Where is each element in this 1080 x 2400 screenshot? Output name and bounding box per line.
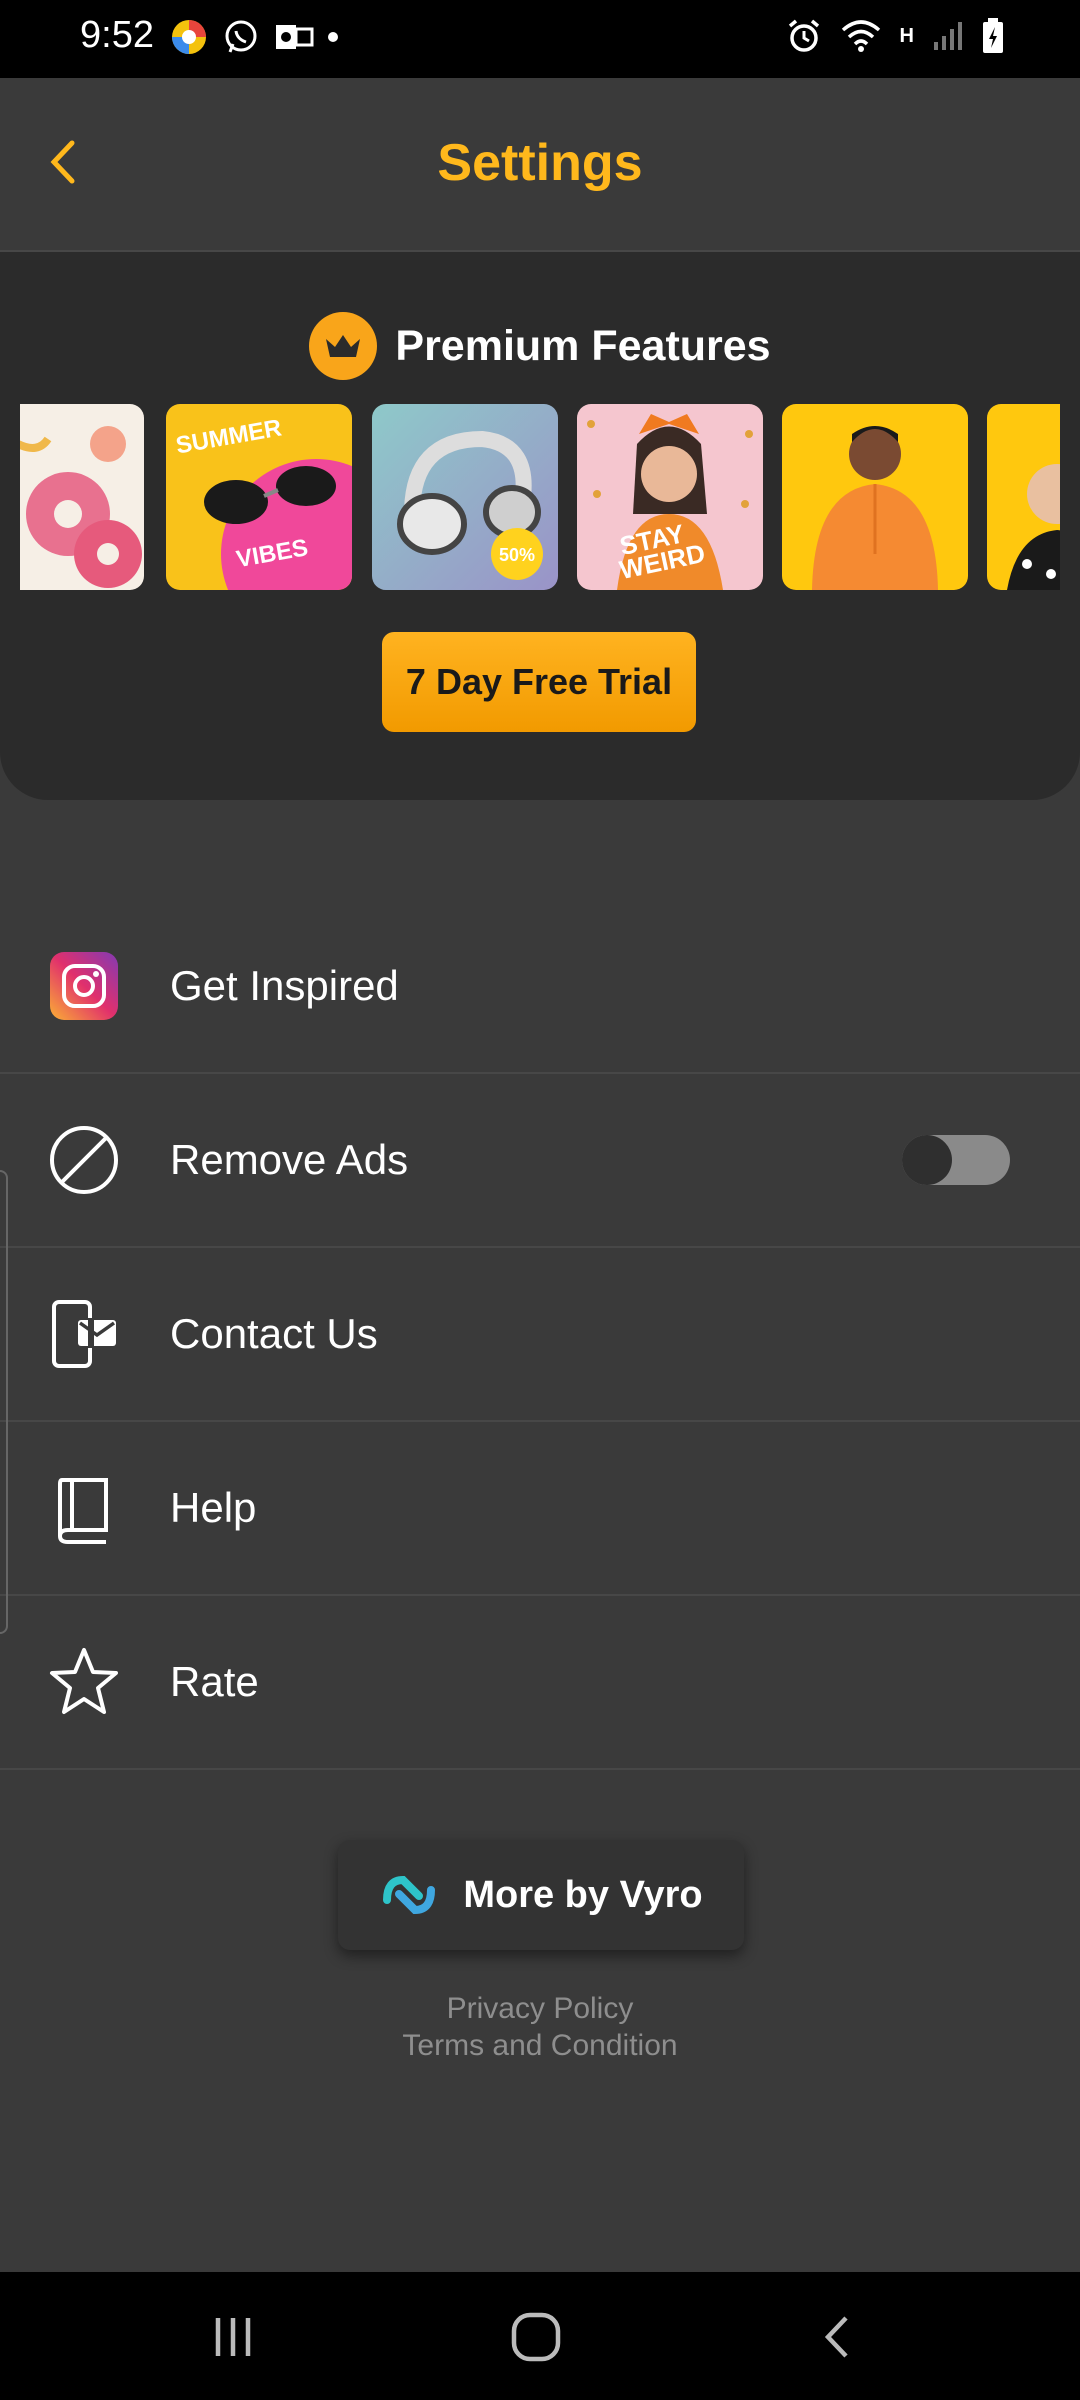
alarm-icon xyxy=(788,19,819,52)
page-title: Settings xyxy=(437,134,643,192)
menu-label-help: Help xyxy=(170,1484,257,1531)
wifi-icon xyxy=(841,20,880,52)
thumbnail-hoodie-man[interactable] xyxy=(782,404,968,590)
app-notification-icon xyxy=(172,20,206,54)
recent-apps-icon xyxy=(215,2318,251,2356)
battery-icon xyxy=(983,18,1003,53)
thumbnail-partial[interactable] xyxy=(987,404,1060,590)
menu-label-contact-us: Contact Us xyxy=(170,1310,378,1357)
block-icon xyxy=(48,1124,120,1196)
home-button[interactable] xyxy=(496,2302,576,2372)
recent-apps-button[interactable] xyxy=(193,2302,273,2372)
home-icon xyxy=(511,2312,561,2362)
free-trial-button[interactable]: 7 Day Free Trial xyxy=(382,632,696,732)
discount-badge: 50% xyxy=(499,545,535,565)
more-by-vyro-label: More by Vyro xyxy=(463,1873,703,1916)
network-type-label: H xyxy=(899,24,914,47)
menu-item-get-inspired[interactable]: Get Inspired xyxy=(0,900,1080,1074)
app-header: Settings xyxy=(0,78,1080,252)
premium-thumbnail-strip[interactable]: SUMMER VIBES 50% STAY WEIRD xyxy=(20,404,1060,590)
outlook-icon xyxy=(276,25,314,49)
star-icon xyxy=(48,1646,120,1718)
crown-icon xyxy=(309,312,378,380)
status-time: 9:52 xyxy=(80,14,154,56)
premium-title: Premium Features xyxy=(395,321,771,370)
privacy-policy-link[interactable]: Privacy Policy xyxy=(0,1992,1080,2026)
menu-item-rate[interactable]: Rate xyxy=(0,1596,1080,1770)
thumbnail-headphones[interactable]: 50% xyxy=(372,404,558,590)
menu-item-remove-ads[interactable]: Remove Ads xyxy=(0,1074,1080,1248)
contact-phone-icon xyxy=(48,1298,120,1370)
thumbnail-donuts[interactable] xyxy=(20,404,144,590)
thumbnail-stay-weird[interactable]: STAY WEIRD xyxy=(577,404,763,590)
menu-label-get-inspired: Get Inspired xyxy=(170,962,399,1009)
system-nav-bar xyxy=(0,2272,1080,2400)
remove-ads-toggle[interactable] xyxy=(902,1135,1010,1185)
more-by-vyro-button[interactable]: More by Vyro xyxy=(338,1840,744,1950)
nav-back-icon xyxy=(824,2316,848,2358)
more-notifications-dot xyxy=(328,32,338,42)
toggle-knob xyxy=(902,1135,952,1185)
system-icons: H xyxy=(786,18,1004,54)
edge-panel-handle[interactable] xyxy=(0,1170,8,1634)
terms-link[interactable]: Terms and Condition xyxy=(0,2029,1080,2063)
premium-features-card: Premium Features SUMMER VIBES 50% STAY W… xyxy=(0,252,1080,800)
book-icon xyxy=(48,1472,120,1544)
signal-icon xyxy=(934,22,962,50)
whatsapp-icon xyxy=(225,20,257,53)
instagram-icon xyxy=(48,950,120,1022)
menu-item-contact-us[interactable]: Contact Us xyxy=(0,1248,1080,1422)
nav-back-button[interactable] xyxy=(798,2302,878,2372)
thumbnail-text-summer: SUMMER xyxy=(174,414,284,459)
premium-heading: Premium Features xyxy=(0,312,1080,380)
thumbnail-summer-vibes[interactable]: SUMMER VIBES xyxy=(166,404,352,590)
menu-label-rate: Rate xyxy=(170,1658,259,1705)
menu-item-help[interactable]: Help xyxy=(0,1422,1080,1596)
status-bar: 9:52 H xyxy=(0,0,1080,78)
menu-label-remove-ads: Remove Ads xyxy=(170,1136,409,1183)
settings-menu: Get Inspired Remove Ads Contact Us Help … xyxy=(0,900,1080,1770)
notification-icons xyxy=(170,18,338,56)
vyro-logo-icon xyxy=(383,1875,436,1915)
